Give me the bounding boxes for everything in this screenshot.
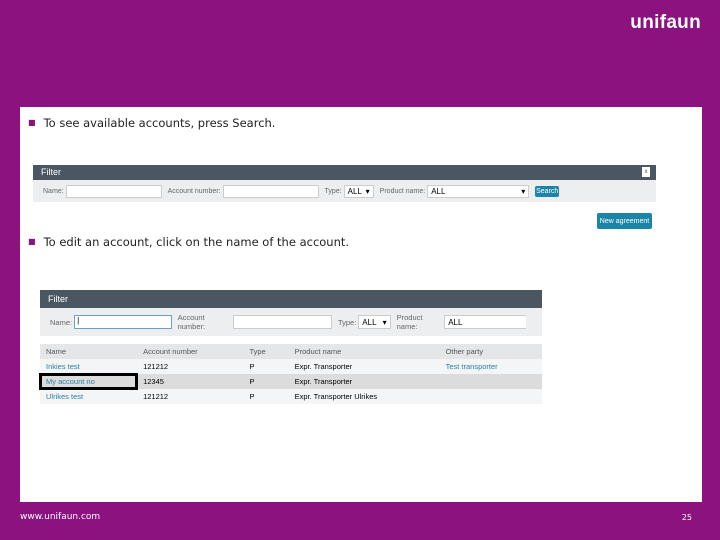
type-select[interactable]: ALL ▾ bbox=[343, 184, 374, 198]
product-value: ALL bbox=[431, 186, 446, 196]
new-agreement-button[interactable]: New agreement bbox=[597, 213, 652, 229]
name-label: Name: bbox=[43, 187, 64, 195]
cell: 121212 bbox=[143, 392, 169, 401]
footer-url: www.unifaun.com bbox=[20, 512, 101, 522]
unifaun-logo: unifaun bbox=[630, 12, 701, 33]
cell: P bbox=[249, 377, 255, 386]
chevron-down-icon: ▾ bbox=[382, 317, 387, 327]
account-input[interactable] bbox=[222, 184, 319, 198]
chevron-down-icon: ▾ bbox=[365, 186, 370, 196]
product-label: Product name: bbox=[396, 313, 423, 331]
account-name-link[interactable]: My account no bbox=[46, 377, 95, 386]
cell: Expr. Transporter bbox=[294, 377, 353, 386]
product-select[interactable]: ALL ▾ bbox=[427, 184, 530, 198]
col-header: Type bbox=[243, 344, 289, 359]
type-value: ALL bbox=[347, 186, 362, 196]
col-header: Account number bbox=[137, 344, 244, 359]
page-number: 25 bbox=[681, 513, 692, 522]
table-row: Ulrikes test 121212 P Expr. Transporter Ulr… bbox=[40, 389, 542, 404]
filter-title: Filter bbox=[41, 167, 61, 177]
table-row: Inkies test 121212 P Expr. Transporter Test … bbox=[40, 359, 542, 374]
account-label: Account number: bbox=[177, 313, 206, 331]
cell: 121212 bbox=[143, 362, 169, 371]
product-label: Product name: bbox=[379, 187, 426, 195]
bullet-2: ■ To edit an account, click on the name o… bbox=[28, 235, 350, 249]
close-icon[interactable]: x bbox=[642, 167, 650, 177]
product-value: ALL bbox=[448, 317, 463, 327]
bullet-1: ■ To see available accounts, press Search… bbox=[28, 116, 276, 130]
col-header: Name bbox=[40, 344, 138, 359]
chevron-down-icon: ▾ bbox=[521, 186, 526, 196]
product-select[interactable]: ALL bbox=[444, 315, 527, 329]
account-name-link[interactable]: Ulrikes test bbox=[46, 392, 83, 401]
filter-panel-1: Filter x Name: Account number: Type: ALL ▾ … bbox=[33, 165, 656, 202]
table-row: My account no 12345 P Expr. Transporter bbox=[38, 373, 542, 390]
cell: P bbox=[249, 362, 255, 371]
cell: P bbox=[249, 392, 255, 401]
bullet-text: To edit an account, click on the name of… bbox=[43, 235, 350, 249]
account-name-link[interactable]: Inkies test bbox=[46, 362, 80, 371]
col-header: Product name bbox=[288, 344, 440, 359]
search-button[interactable]: Search bbox=[535, 185, 560, 197]
account-label: Account number: bbox=[167, 187, 221, 195]
name-input[interactable]: | bbox=[74, 315, 172, 329]
type-label: Type: bbox=[337, 317, 357, 327]
name-label: Name: bbox=[50, 317, 73, 327]
name-input[interactable] bbox=[65, 184, 162, 198]
account-input[interactable] bbox=[232, 315, 332, 329]
type-value: ALL bbox=[362, 317, 377, 327]
col-header: Other party bbox=[439, 344, 542, 359]
bullet-text: To see available accounts, press Search. bbox=[43, 116, 276, 130]
filter-panel-2: Filter Name: | Account number: Type: ALL ▾ … bbox=[38, 290, 542, 404]
type-select[interactable]: ALL ▾ bbox=[358, 315, 391, 329]
cell bbox=[440, 389, 542, 404]
cell: Expr. Transporter bbox=[294, 362, 353, 371]
cell: 12345 bbox=[143, 377, 164, 386]
type-label: Type: bbox=[324, 187, 342, 195]
cell: Expr. Transporter Ulrikes bbox=[294, 392, 378, 401]
slide-panel: ■ To see available accounts, press Search… bbox=[20, 107, 702, 502]
other-party-link[interactable]: Test transporter bbox=[446, 362, 498, 371]
cell bbox=[440, 374, 542, 389]
accounts-table: Name Account number Type Product name Other … bbox=[38, 344, 542, 404]
filter-title: Filter bbox=[48, 294, 68, 304]
